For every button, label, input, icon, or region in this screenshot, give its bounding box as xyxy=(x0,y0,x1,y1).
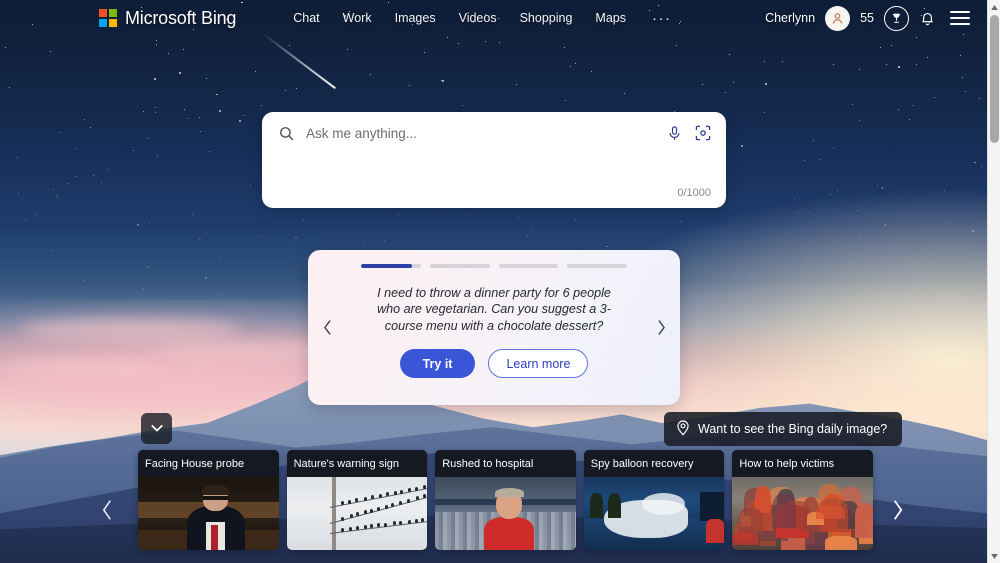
bing-homepage: Microsoft Bing Chat Work Images Videos S… xyxy=(0,0,1000,563)
scroll-up-arrow-icon[interactable] xyxy=(988,0,1000,14)
nav-item-work[interactable]: Work xyxy=(343,11,372,25)
progress-segment-4[interactable] xyxy=(567,264,627,268)
nav-item-shopping[interactable]: Shopping xyxy=(520,11,573,25)
visual-search-camera-icon[interactable] xyxy=(694,124,712,142)
carousel-actions: Try it Learn more xyxy=(308,349,680,378)
news-card-spy-balloon-recovery[interactable]: Spy balloon recovery xyxy=(583,450,725,550)
news-card-natures-warning-sign[interactable]: Nature's warning sign xyxy=(286,450,428,550)
rewards-points-count[interactable]: 55 xyxy=(860,11,874,25)
microphone-icon[interactable] xyxy=(666,125,683,142)
character-counter: 0/1000 xyxy=(677,187,711,199)
scrollbar-thumb[interactable] xyxy=(990,15,999,143)
chevron-down-icon xyxy=(150,420,164,438)
news-card-title: Nature's warning sign xyxy=(286,450,428,477)
news-prev-chevron-left-icon[interactable] xyxy=(94,493,120,527)
nav-item-images[interactable]: Images xyxy=(395,11,436,25)
news-card-thumbnail xyxy=(138,477,279,550)
cloud xyxy=(20,318,240,340)
trophy-rewards-icon[interactable] xyxy=(884,5,909,31)
news-card-title: Rushed to hospital xyxy=(435,450,576,477)
top-navigation-bar: Microsoft Bing Chat Work Images Videos S… xyxy=(0,0,987,36)
news-card-how-to-help-victims[interactable]: How to help victims xyxy=(732,450,873,550)
bing-logo[interactable]: Microsoft Bing xyxy=(99,8,236,29)
news-carousel: Facing House probe Nature's warning sign… xyxy=(138,450,873,550)
nav-overflow-menu[interactable]: ··· xyxy=(652,10,672,27)
news-next-chevron-right-icon[interactable] xyxy=(884,493,910,527)
news-card-title: Facing House probe xyxy=(138,450,279,477)
news-card-title: Spy balloon recovery xyxy=(583,450,725,477)
search-input[interactable] xyxy=(306,125,655,141)
progress-segment-1[interactable] xyxy=(361,264,421,268)
nav-item-maps[interactable]: Maps xyxy=(595,11,626,25)
person-avatar-icon[interactable] xyxy=(825,5,851,31)
logo-text: Microsoft Bing xyxy=(125,7,237,28)
news-card-rushed-to-hospital[interactable]: Rushed to hospital xyxy=(435,450,576,550)
progress-segment-3[interactable] xyxy=(498,264,559,268)
daily-image-label: Want to see the Bing daily image? xyxy=(698,422,888,436)
search-row xyxy=(262,112,726,154)
news-card-thumbnail xyxy=(583,477,725,550)
cloud xyxy=(0,360,160,376)
collapse-feed-toggle[interactable] xyxy=(141,413,172,444)
try-it-button[interactable]: Try it xyxy=(399,349,476,378)
carousel-prev-chevron-left-icon[interactable] xyxy=(316,313,338,343)
news-card-title: How to help victims xyxy=(732,450,873,477)
location-pin-icon xyxy=(676,419,690,439)
learn-more-button[interactable]: Learn more xyxy=(488,349,589,378)
news-card-thumbnail xyxy=(435,477,576,550)
user-name-label[interactable]: Cherlynn xyxy=(765,11,815,25)
carousel-next-chevron-right-icon[interactable] xyxy=(650,313,672,343)
nav-item-chat[interactable]: Chat xyxy=(293,11,319,25)
prompt-text: I need to throw a dinner party for 6 peo… xyxy=(377,285,611,333)
hamburger-menu-icon[interactable] xyxy=(950,11,970,25)
prompt-suggestion-carousel: I need to throw a dinner party for 6 peo… xyxy=(308,250,680,405)
search-icon xyxy=(278,125,295,142)
news-card-thumbnail xyxy=(286,477,428,550)
header-actions: Cherlynn 55 xyxy=(765,5,970,31)
page-scrollbar[interactable] xyxy=(987,0,1000,563)
progress-segment-2[interactable] xyxy=(429,264,490,268)
search-box: 0/1000 xyxy=(262,112,726,208)
microsoft-squares-logo-icon xyxy=(99,9,117,27)
bell-icon[interactable] xyxy=(919,10,936,27)
scroll-down-arrow-icon[interactable] xyxy=(988,549,1000,563)
nav-item-videos[interactable]: Videos xyxy=(459,11,497,25)
news-card-facing-house-probe[interactable]: Facing House probe xyxy=(138,450,279,550)
carousel-progress xyxy=(361,264,627,268)
bing-daily-image-prompt[interactable]: Want to see the Bing daily image? xyxy=(664,412,903,446)
main-nav: Chat Work Images Videos Shopping Maps ··… xyxy=(293,10,671,27)
news-card-thumbnail xyxy=(732,477,873,550)
